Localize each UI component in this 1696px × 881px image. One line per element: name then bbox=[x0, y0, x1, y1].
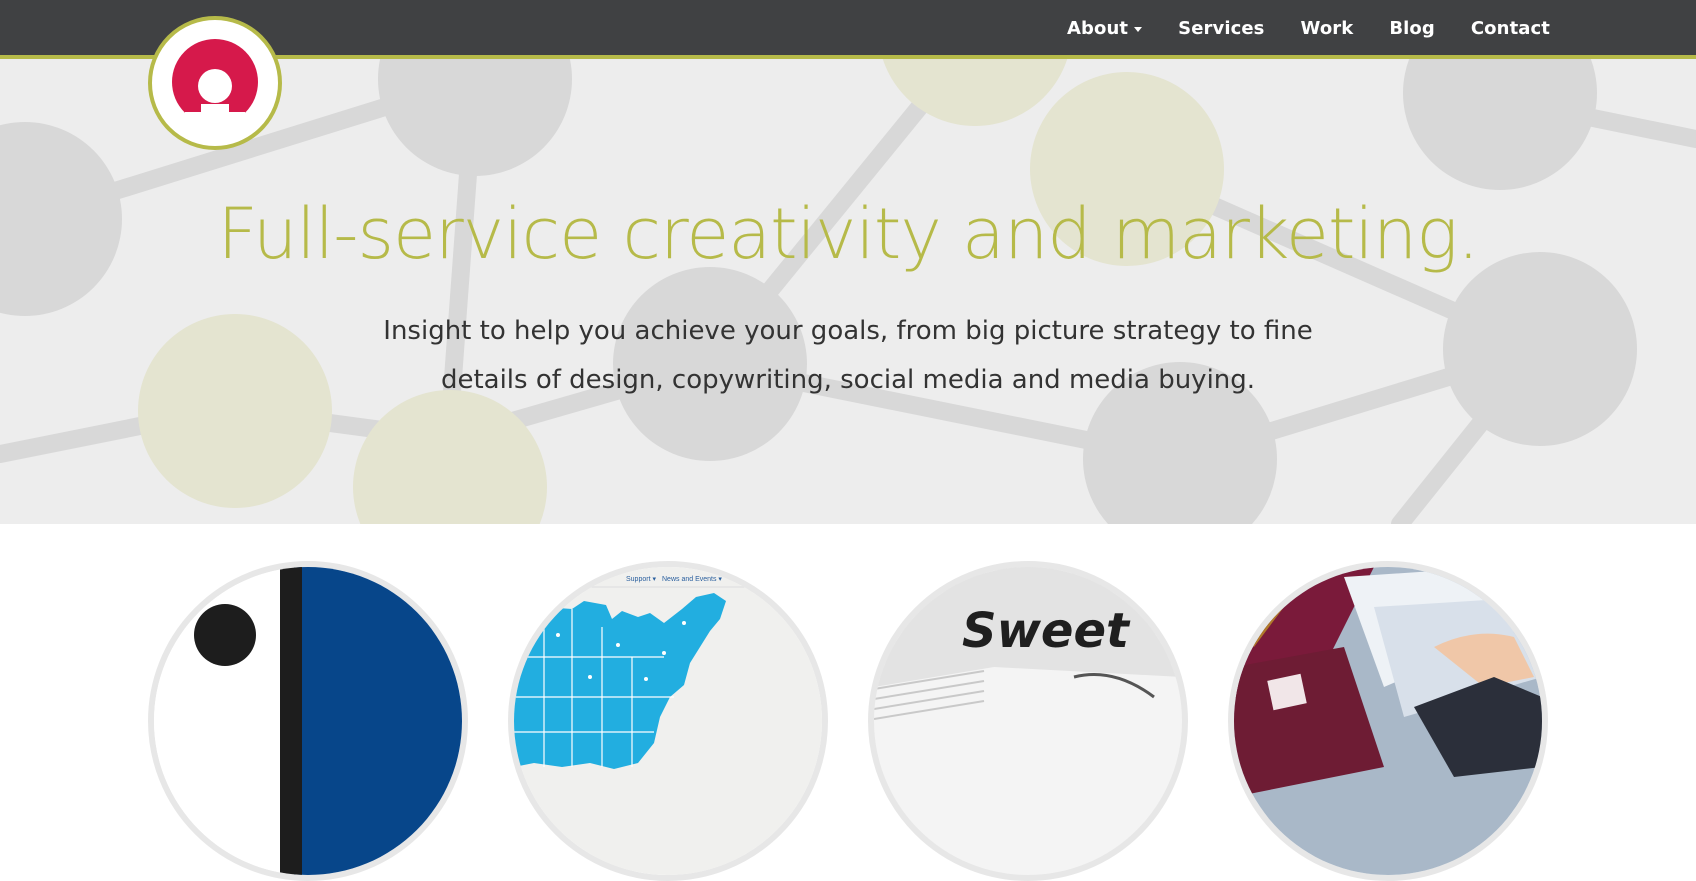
hero-subtitle: Insight to help you achieve your goals, … bbox=[383, 316, 1313, 395]
abstract-graphic-image bbox=[154, 567, 462, 875]
thumb2-nav-3: News and Events ▾ bbox=[662, 576, 722, 583]
portfolio-item-3[interactable]: Sweet bbox=[868, 561, 1188, 881]
nav-blog[interactable]: Blog bbox=[1389, 18, 1435, 39]
nav-contact-label: Contact bbox=[1470, 17, 1550, 39]
portfolio-item-2[interactable]: s ▾ Support ▾ News and Events ▾ bbox=[508, 561, 828, 881]
nav-about[interactable]: About bbox=[1067, 17, 1143, 39]
thumb2-nav-2: Support ▾ bbox=[626, 576, 656, 583]
portfolio-item-1[interactable] bbox=[148, 561, 468, 881]
nav-about-label: About bbox=[1067, 17, 1129, 39]
main-nav: About Services Work Blog Contact bbox=[1067, 0, 1550, 56]
map-website-image: s ▾ Support ▾ News and Events ▾ bbox=[514, 567, 822, 875]
nav-contact[interactable]: Contact bbox=[1471, 18, 1550, 39]
q-logo-icon bbox=[172, 39, 258, 128]
nav-blog-label: Blog bbox=[1389, 17, 1435, 39]
nav-work[interactable]: Work bbox=[1301, 18, 1354, 39]
nav-services-label: Services bbox=[1178, 17, 1265, 39]
thumb2-nav-1: s ▾ bbox=[594, 576, 603, 583]
sweet-packaging-image: Sweet bbox=[874, 567, 1182, 875]
portfolio-item-4[interactable] bbox=[1228, 561, 1548, 881]
chevron-down-icon bbox=[1134, 26, 1143, 32]
portfolio-thumbnails: s ▾ Support ▾ News and Events ▾ Sweet bbox=[0, 524, 1696, 881]
nav-services[interactable]: Services bbox=[1178, 18, 1264, 39]
hero-title: Full-service creativity and marketing. bbox=[217, 193, 1480, 275]
thumb3-text: Sweet bbox=[962, 603, 1131, 659]
site-logo[interactable] bbox=[148, 16, 282, 150]
nav-work-label: Work bbox=[1300, 17, 1354, 39]
documents-handshake-image bbox=[1234, 567, 1542, 875]
